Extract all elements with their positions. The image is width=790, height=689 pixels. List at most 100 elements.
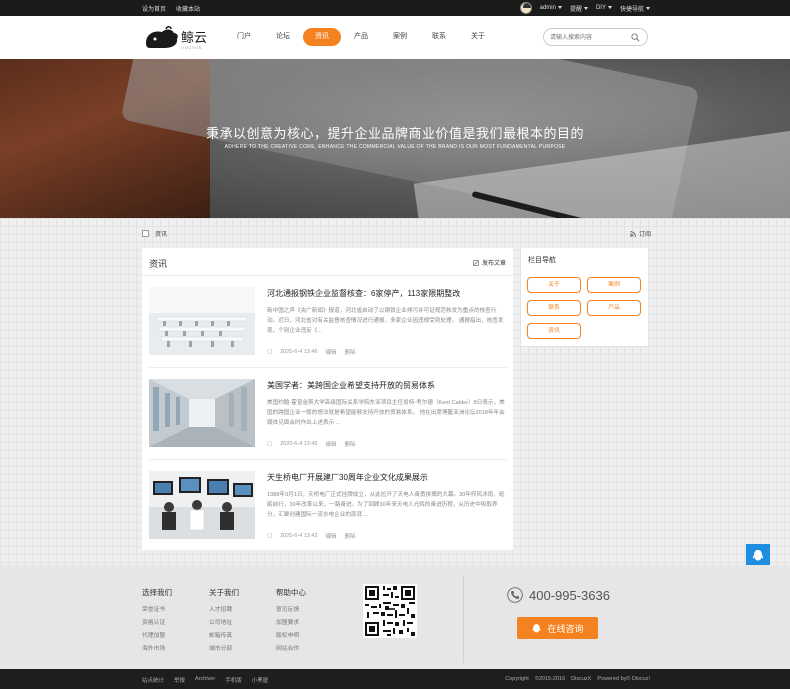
diy-label: DIY	[595, 5, 606, 11]
nav-portal[interactable]: 门户	[225, 28, 263, 46]
diy-menu[interactable]: DIY	[596, 5, 612, 11]
category-tag-about[interactable]: 关于	[527, 277, 581, 293]
user-avatar[interactable]	[519, 2, 532, 14]
qq-float-button[interactable]	[746, 544, 770, 567]
category-nav-panel: 栏目导航 关于 案例 联系 产品 资讯	[521, 248, 648, 346]
copyright-years: ©2015-2016	[534, 676, 566, 682]
footer-link[interactable]: 意见反馈	[276, 604, 306, 617]
news-list-card: 资讯 发布文章 河北通报钢铁企业监督核查：6家停产，113家限期整改 新中国之声…	[142, 248, 513, 550]
footer-link[interactable]: 邮箱传真	[209, 630, 239, 643]
category-tag-contact[interactable]: 联系	[527, 300, 581, 316]
article-summary: 1988年3月1日，天桥电厂正式挂牌成立，从此拉开了天电人奋勇拼搏的大幕。30年…	[267, 492, 505, 518]
article-date: 2020-6-4 13:46	[280, 349, 318, 355]
news-list-title: 资讯	[149, 259, 168, 269]
site-logo[interactable]: 鲸云 JINGYUN	[144, 25, 214, 51]
calendar-icon: ▢	[267, 441, 273, 447]
reminder-menu[interactable]: 提醒	[570, 4, 588, 13]
online-consult-label: 在线咨询	[547, 623, 584, 634]
nav-contact[interactable]: 联系	[420, 28, 458, 46]
footer-link[interactable]: 网站合作	[276, 643, 306, 656]
article-date: 2020-6-4 13:45	[280, 441, 318, 447]
category-tag-news[interactable]: 资讯	[527, 323, 581, 339]
footer-link[interactable]: 加盟要求	[276, 617, 306, 630]
search-icon[interactable]	[631, 33, 640, 42]
category-tag-products[interactable]: 产品	[587, 300, 641, 316]
qr-code	[363, 584, 417, 638]
footer-link[interactable]: 公司地址	[209, 617, 239, 630]
article-summary: 新中国之声《央广新闻》报道，河北省启动了以钢铁企业排污许可证规范核发为重点的核查…	[267, 308, 504, 334]
banner-title: 秉承以创意为核心，提升企业品牌商业价值是我们最根本的目的	[205, 126, 584, 141]
post-article-button[interactable]: 发布文章	[473, 258, 506, 267]
chevron-down-icon	[583, 7, 588, 11]
breadcrumb: 资讯	[142, 229, 167, 238]
footer-link[interactable]: 荣誉证书	[142, 604, 172, 617]
edit-link[interactable]: 编辑	[326, 532, 337, 540]
delete-link[interactable]: 删除	[345, 348, 356, 356]
chevron-down-icon	[557, 5, 562, 9]
news-list-header: 资讯 发布文章	[142, 248, 513, 276]
rss-link[interactable]: 订阅	[630, 229, 651, 238]
article-meta: ▢ 2020-6-4 13:46 编辑 删除	[267, 348, 356, 356]
blacklist-link[interactable]: 小黑屋	[252, 676, 269, 684]
nav-cases[interactable]: 案例	[381, 28, 419, 46]
calendar-icon: ▢	[267, 533, 273, 539]
quick-nav-menu[interactable]: 快捷导航	[620, 4, 650, 13]
footer-link[interactable]: 资格认证	[142, 617, 172, 630]
online-consult-button[interactable]: 在线咨询	[517, 617, 598, 639]
user-menu[interactable]: admin	[540, 5, 562, 11]
footer-column-title: 选择我们	[142, 588, 172, 597]
article-meta: ▢ 2020-6-4 13:45 编辑 删除	[267, 440, 356, 448]
article-thumbnail[interactable]	[149, 471, 255, 539]
edit-link[interactable]: 编辑	[326, 440, 337, 448]
footer-link[interactable]: 城市分部	[209, 643, 239, 656]
set-homepage-link[interactable]: 设为首页	[142, 4, 166, 13]
copyright-label: Copyright	[505, 676, 529, 682]
article-title[interactable]: 河北通报钢铁企业监督核查：6家停产，113家限期整改	[267, 288, 460, 299]
rss-icon	[630, 230, 636, 237]
footer-link[interactable]: 海外市场	[142, 643, 172, 656]
top-bar: 设为首页 收藏本站 admin 提醒 DIY 快捷导航	[0, 0, 790, 16]
article-title[interactable]: 美国学者：美跨国企业希望支持开放的贸易体系	[267, 380, 435, 391]
nav-forum[interactable]: 论坛	[264, 28, 302, 46]
delete-link[interactable]: 删除	[345, 532, 356, 540]
reminder-label: 提醒	[569, 6, 582, 13]
article-thumbnail[interactable]	[149, 287, 255, 355]
edit-link[interactable]: 编辑	[326, 348, 337, 356]
report-link[interactable]: 举报	[174, 676, 185, 684]
footer-column-choose: 选择我们 荣誉证书 资格认证 代理加盟 海外市场	[142, 587, 172, 656]
home-icon[interactable]	[142, 230, 149, 237]
footer-column-title: 帮助中心	[276, 588, 306, 597]
brand-link[interactable]: DiscuzX	[571, 676, 591, 682]
article-title[interactable]: 天生桥电厂开展建厂30周年企业文化成果展示	[267, 472, 428, 483]
svg-text:鲸云: 鲸云	[181, 31, 207, 46]
footer-link[interactable]: 人才招聘	[209, 604, 239, 617]
bookmark-link[interactable]: 收藏本站	[176, 4, 200, 13]
qq-icon	[533, 623, 541, 632]
list-item: 河北通报钢铁企业监督核查：6家停产，113家限期整改 新中国之声《央广新闻》报道…	[149, 276, 507, 368]
edit-icon	[473, 259, 479, 266]
banner-caption: 秉承以创意为核心，提升企业品牌商业价值是我们最根本的目的 ADHERE TO T…	[0, 123, 790, 150]
nav-about[interactable]: 关于	[459, 28, 497, 46]
breadcrumb-current[interactable]: 资讯	[155, 229, 167, 238]
delete-link[interactable]: 删除	[345, 440, 356, 448]
site-footer: 选择我们 荣誉证书 资格认证 代理加盟 海外市场 关于我们 人才招聘 公司地址 …	[0, 565, 790, 669]
article-thumbnail[interactable]	[149, 379, 255, 447]
chevron-down-icon	[607, 5, 612, 9]
footer-link[interactable]: 版权申明	[276, 630, 306, 643]
phone-icon	[507, 587, 523, 603]
nav-news[interactable]: 资讯	[303, 28, 341, 46]
footer-link[interactable]: 代理加盟	[142, 630, 172, 643]
nav-products[interactable]: 产品	[342, 28, 380, 46]
svg-text:JINGYUN: JINGYUN	[180, 46, 203, 50]
username: admin	[539, 5, 556, 11]
category-tag-cases[interactable]: 案例	[587, 277, 641, 293]
article-meta: ▢ 2020-6-4 13:42 编辑 删除	[267, 532, 356, 540]
hero-banner: 秉承以创意为核心，提升企业品牌商业价值是我们最根本的目的 ADHERE TO T…	[0, 59, 790, 218]
whale-logo-icon: 鲸云 JINGYUN	[146, 26, 207, 50]
stats-link[interactable]: 站点统计	[142, 676, 164, 684]
footer-column-help: 帮助中心 意见反馈 加盟要求 版权申明 网站合作	[276, 587, 306, 656]
quick-nav-label: 快捷导航	[619, 6, 644, 13]
archiver-link[interactable]: Archiver	[195, 676, 215, 684]
mobile-link[interactable]: 手机版	[225, 676, 242, 684]
search-input[interactable]	[550, 32, 630, 43]
